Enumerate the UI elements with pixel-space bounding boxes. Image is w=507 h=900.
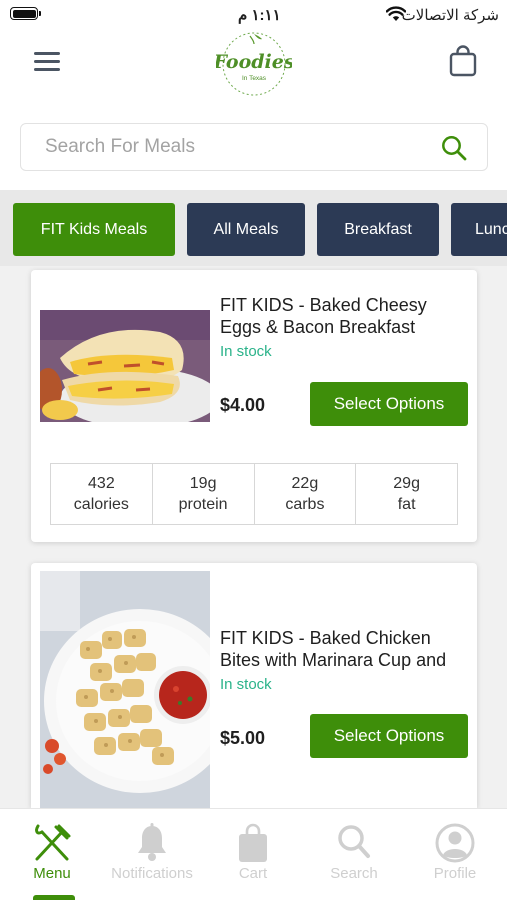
select-options-button[interactable]: Select Options <box>310 382 468 426</box>
nav-search[interactable]: Search <box>304 809 404 900</box>
product-image-chicken-bites[interactable] <box>40 571 210 808</box>
stock-status: In stock <box>220 676 272 693</box>
search-icon <box>338 825 370 858</box>
nutrition-carbs: 22g carbs <box>255 464 357 524</box>
shopping-bag-icon[interactable] <box>448 45 478 77</box>
nav-profile[interactable]: Profile <box>405 809 505 900</box>
nutrition-calories: 432 calories <box>51 464 153 524</box>
foodies-logo: Foodies In Texas <box>216 32 292 96</box>
tab-all-meals[interactable]: All Meals <box>187 203 305 256</box>
active-tab-indicator <box>33 895 75 900</box>
status-bar: ١:١١ م شركة الاتصالات <box>0 0 507 30</box>
fork-knife-icon <box>35 824 71 861</box>
nav-notifications[interactable]: Notifications <box>102 809 202 900</box>
shopping-bag-icon <box>239 823 267 862</box>
product-card: FIT KIDS - Baked Chicken Bites with Mari… <box>31 563 477 808</box>
carrier-name: شركة الاتصالات <box>401 7 499 24</box>
status-time: ١:١١ م <box>238 7 281 24</box>
nav-cart[interactable]: Cart <box>203 809 303 900</box>
tab-lunch[interactable]: Lunch <box>451 203 507 256</box>
nav-label: Notifications <box>111 865 193 882</box>
product-title[interactable]: FIT KIDS - Baked Chicken Bites with Mari… <box>220 627 470 671</box>
nav-label: Cart <box>238 865 268 882</box>
app-header: Foodies In Texas <box>0 30 507 190</box>
product-price: $5.00 <box>220 728 266 748</box>
search-bar <box>20 123 488 171</box>
nutrition-table: 432 calories 19g protein 22g carbs 29g f… <box>50 463 458 525</box>
category-tabs: FIT Kids Meals All Meals Breakfast Lunch <box>0 190 507 266</box>
nav-label: Menu <box>33 865 71 882</box>
bottom-navigation: Menu Notifications Cart Search Profile <box>0 808 507 900</box>
product-title[interactable]: FIT KIDS - Baked Cheesy Eggs & Bacon Bre… <box>220 294 470 338</box>
tab-fit-kids-meals[interactable]: FIT Kids Meals <box>13 203 175 256</box>
nav-label: Search <box>330 865 378 882</box>
nutrition-protein: 19g protein <box>153 464 255 524</box>
nav-menu[interactable]: Menu <box>2 809 102 900</box>
svg-text:Foodies: Foodies <box>216 51 292 73</box>
search-input[interactable] <box>45 132 435 162</box>
select-options-button[interactable]: Select Options <box>310 714 468 758</box>
stock-status: In stock <box>220 343 272 360</box>
battery-icon <box>10 7 41 20</box>
search-icon[interactable] <box>441 135 467 161</box>
menu-hamburger-icon[interactable] <box>34 52 60 71</box>
nutrition-fat: 29g fat <box>393 475 420 513</box>
profile-icon <box>435 823 475 863</box>
tab-breakfast[interactable]: Breakfast <box>317 203 439 256</box>
bell-icon <box>138 823 166 861</box>
product-price: $4.00 <box>220 395 266 415</box>
product-card: FIT KIDS - Baked Cheesy Eggs & Bacon Bre… <box>31 270 477 542</box>
svg-text:In Texas: In Texas <box>242 75 267 82</box>
nav-label: Profile <box>433 865 477 882</box>
product-image-cheesy-eggs[interactable] <box>40 310 210 422</box>
